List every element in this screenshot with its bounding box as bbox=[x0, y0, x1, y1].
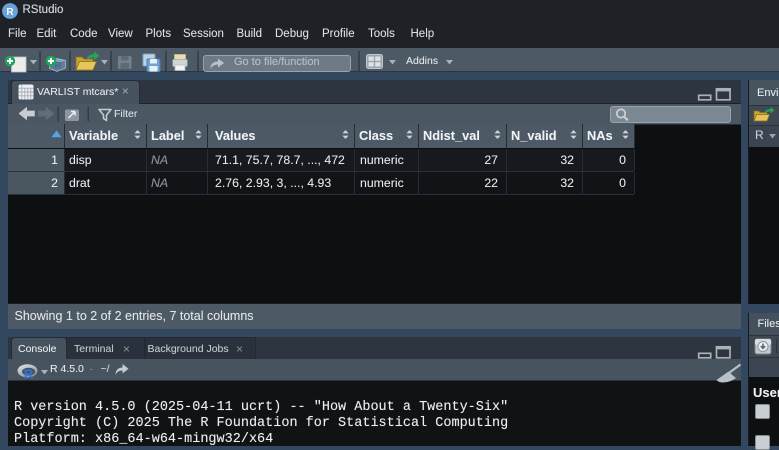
svg-text:R: R bbox=[6, 7, 14, 18]
svg-text:R: R bbox=[24, 367, 34, 382]
